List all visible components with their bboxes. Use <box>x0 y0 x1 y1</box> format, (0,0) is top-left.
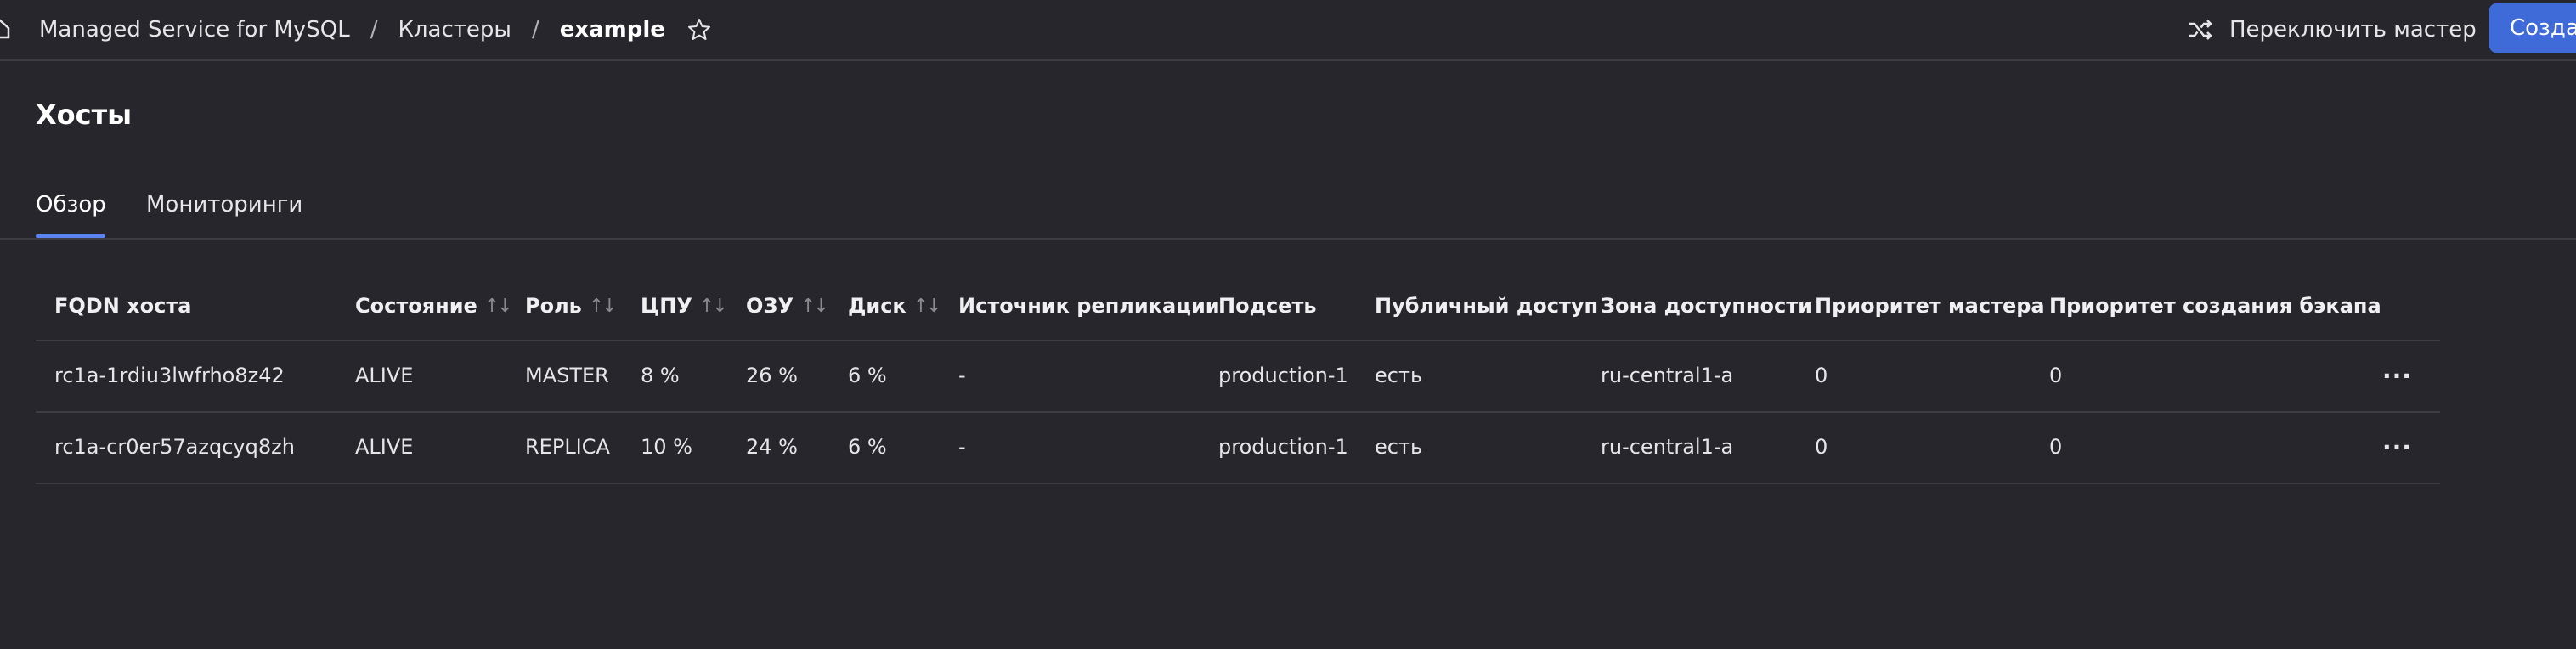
top-bar: Managed Service for MySQL / Кластеры / e… <box>0 0 2576 61</box>
hosts-table: FQDN хоста Состояние ↑↓ Роль ↑↓ ЦПУ ↑↓ ОЗУ ↑… <box>36 272 2440 484</box>
breadcrumb-current-cluster: example <box>559 17 665 42</box>
column-header-backup-priority: Приоритет создания бэкапа <box>2049 294 2381 318</box>
host-public-access: есть <box>1375 364 1423 387</box>
tab-overview[interactable]: Обзор <box>36 192 106 217</box>
host-backup-priority: 0 <box>2049 364 2063 387</box>
host-zone: ru-central1-a <box>1601 364 1734 387</box>
column-header-master-priority: Приоритет мастера <box>1815 294 2045 318</box>
host-replication-source: - <box>958 435 966 459</box>
host-fqdn: rc1a-1rdiu3lwfrho8z42 <box>54 364 285 387</box>
create-button[interactable]: Создат <box>2489 3 2576 53</box>
sort-arrows-icon[interactable]: ↑↓ <box>589 296 618 317</box>
host-master-priority: 0 <box>1815 435 1828 459</box>
more-dots-icon[interactable]: ··· <box>2382 413 2412 481</box>
host-status: ALIVE <box>355 435 414 459</box>
host-public-access: есть <box>1375 435 1423 459</box>
shuffle-icon <box>2189 20 2212 40</box>
host-subnet-link[interactable]: production-1 <box>1218 341 1348 409</box>
host-role: REPLICA <box>525 435 610 459</box>
host-cpu: 8 % <box>641 364 680 387</box>
breadcrumb-clusters[interactable]: Кластеры <box>398 17 511 42</box>
tab-monitoring[interactable]: Мониторинги <box>146 192 302 217</box>
table-row[interactable]: rc1a-cr0er57azqcyq8zh ALIVE REPLICA 10 %… <box>36 413 2440 484</box>
active-tab-indicator <box>36 234 105 238</box>
column-header-role[interactable]: Роль ↑↓ <box>525 272 618 340</box>
column-header-subnet: Подсеть <box>1218 294 1317 318</box>
host-replication-source: - <box>958 364 966 387</box>
host-subnet-link[interactable]: production-1 <box>1218 413 1348 481</box>
column-header-public-access: Публичный доступ <box>1375 294 1599 318</box>
column-header-fqdn: FQDN хоста <box>54 294 192 318</box>
column-header-replication-source: Источник репликации <box>958 294 1220 318</box>
sort-arrows-icon[interactable]: ↑↓ <box>484 296 513 317</box>
host-disk: 6 % <box>848 435 887 459</box>
breadcrumb-separator: / <box>370 17 378 42</box>
host-disk: 6 % <box>848 364 887 387</box>
switch-master-button[interactable]: Переключить мастер <box>2187 0 2477 59</box>
host-fqdn: rc1a-cr0er57azqcyq8zh <box>54 435 295 459</box>
column-header-disk[interactable]: Диск ↑↓ <box>848 272 942 340</box>
breadcrumb: Managed Service for MySQL / Кластеры / e… <box>39 0 713 59</box>
more-dots-icon[interactable]: ··· <box>2382 341 2412 409</box>
column-header-cpu[interactable]: ЦПУ ↑↓ <box>641 272 728 340</box>
breadcrumb-service[interactable]: Managed Service for MySQL <box>39 17 350 42</box>
table-row[interactable]: rc1a-1rdiu3lwfrho8z42 ALIVE MASTER 8 % 2… <box>36 341 2440 413</box>
column-header-status[interactable]: Состояние ↑↓ <box>355 272 513 340</box>
sort-arrows-icon[interactable]: ↑↓ <box>699 296 728 317</box>
host-master-priority: 0 <box>1815 364 1828 387</box>
table-header: FQDN хоста Состояние ↑↓ Роль ↑↓ ЦПУ ↑↓ ОЗУ ↑… <box>36 272 2440 341</box>
breadcrumb-separator: / <box>531 17 539 42</box>
host-role: MASTER <box>525 364 609 387</box>
sort-arrows-icon[interactable]: ↑↓ <box>913 296 942 317</box>
host-zone: ru-central1-a <box>1601 435 1734 459</box>
column-header-ram[interactable]: ОЗУ ↑↓ <box>746 272 829 340</box>
star-icon[interactable] <box>686 16 713 43</box>
tabs: Обзор Мониторинги <box>0 153 2576 240</box>
home-icon[interactable] <box>0 17 12 41</box>
host-status: ALIVE <box>355 364 414 387</box>
switch-master-label: Переключить мастер <box>2229 17 2477 42</box>
column-header-zone: Зона доступности <box>1601 294 1812 318</box>
host-backup-priority: 0 <box>2049 435 2063 459</box>
page-title: Хосты <box>36 99 133 131</box>
host-ram: 24 % <box>746 435 798 459</box>
host-cpu: 10 % <box>641 435 692 459</box>
sort-arrows-icon[interactable]: ↑↓ <box>800 296 829 317</box>
host-ram: 26 % <box>746 364 798 387</box>
